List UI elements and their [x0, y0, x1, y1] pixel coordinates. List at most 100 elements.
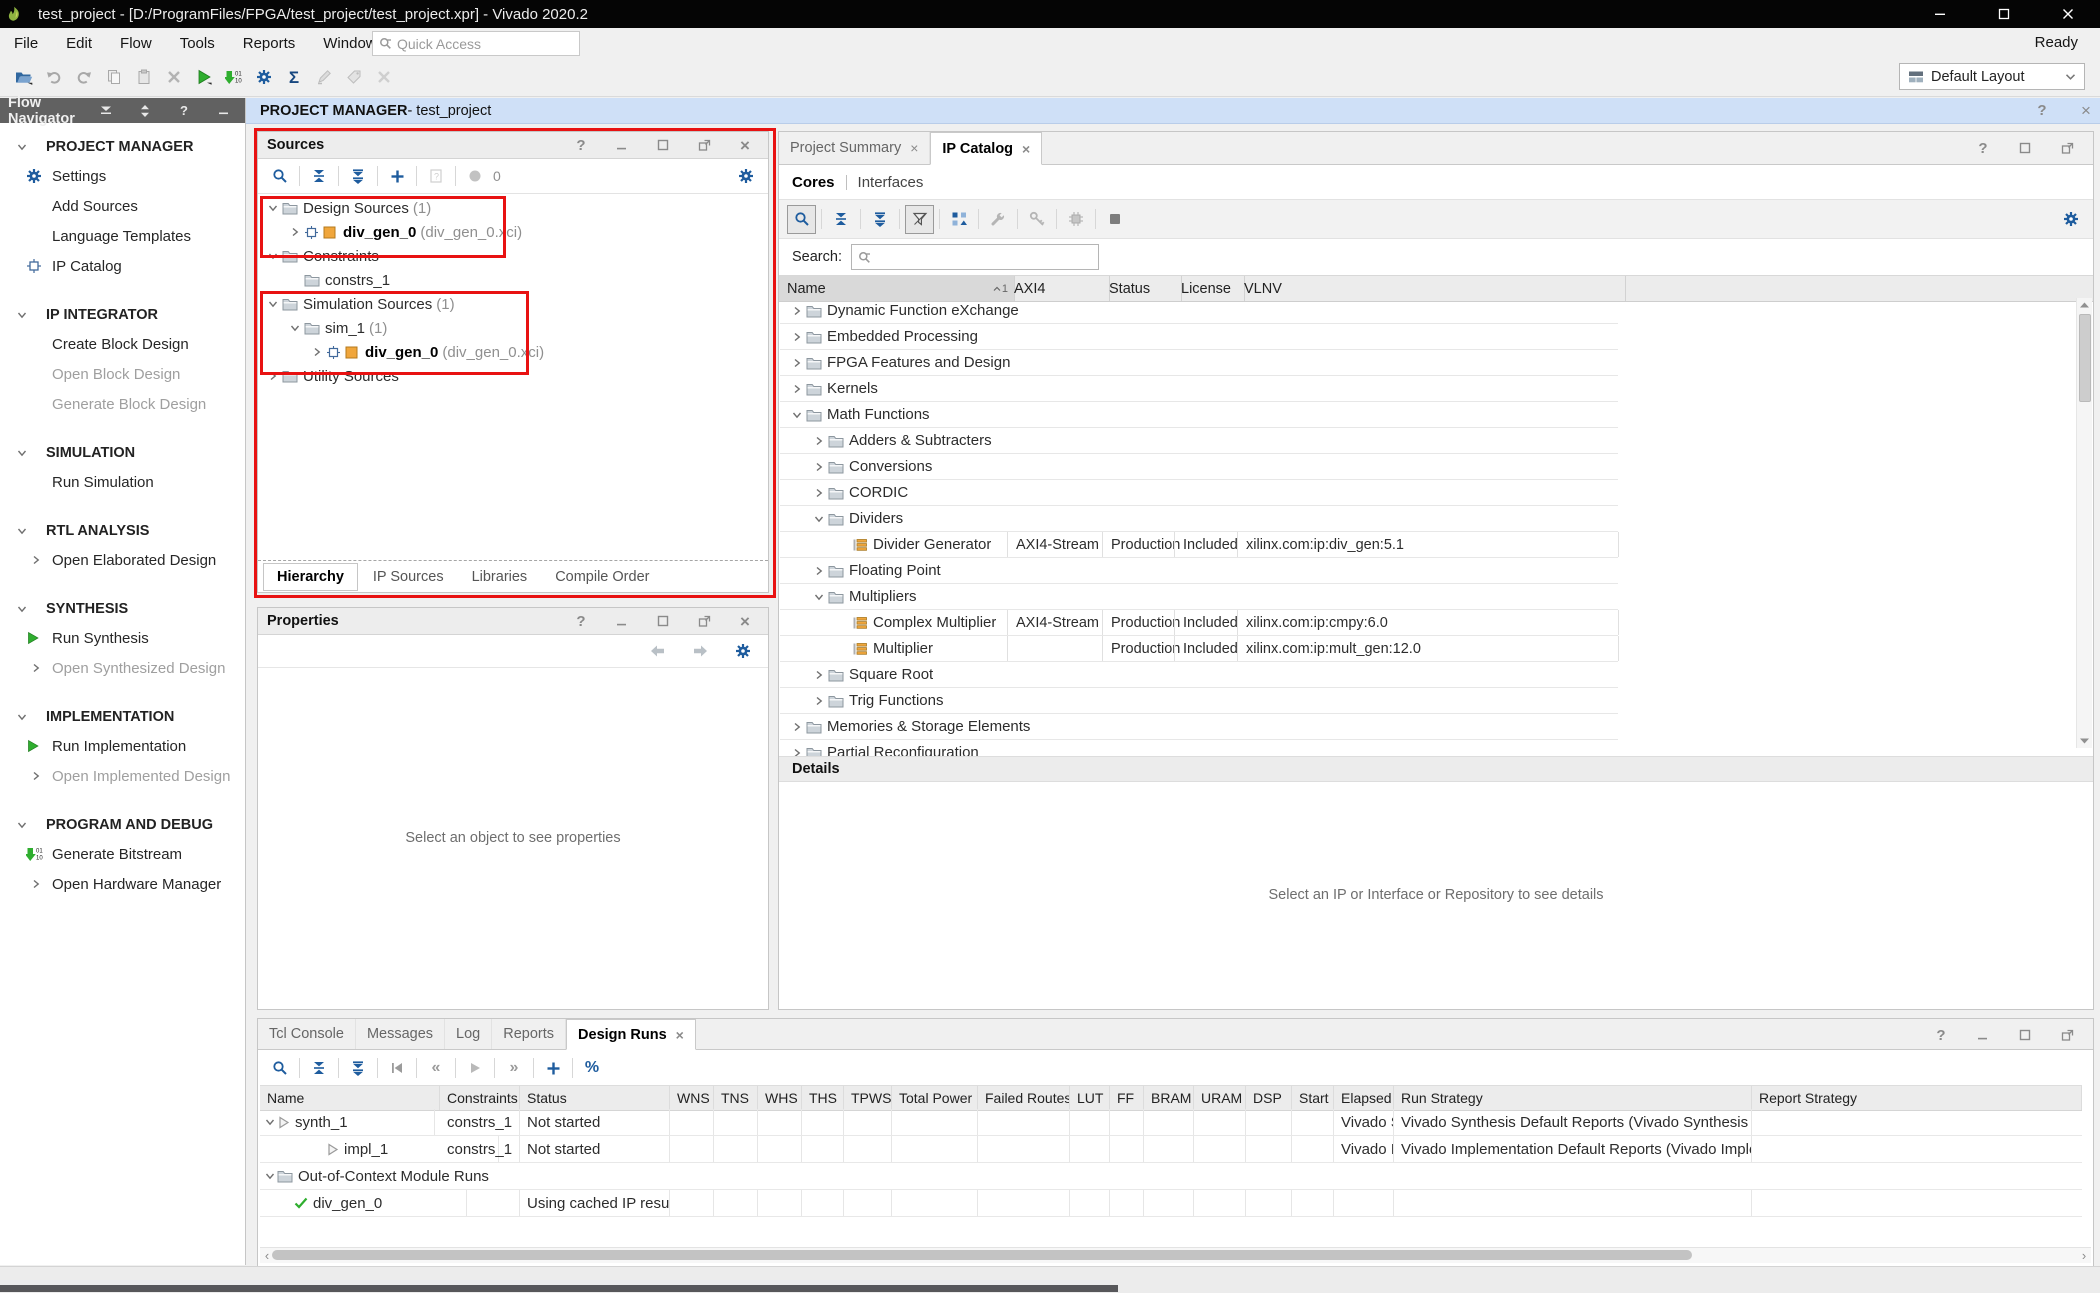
column-header-run-strategy[interactable]: Run Strategy — [1394, 1086, 1752, 1110]
chip-disabled-icon[interactable] — [1062, 205, 1090, 233]
fn-help-icon[interactable]: ? — [170, 97, 198, 125]
ip-row-floating-point[interactable]: Floating Point — [780, 558, 1618, 584]
tab-reports[interactable]: Reports — [492, 1019, 566, 1049]
menu-reports[interactable]: Reports — [229, 35, 310, 52]
source-tree-row-utility-sources[interactable]: Utility Sources — [258, 364, 768, 388]
chevron-down-icon[interactable] — [788, 410, 806, 420]
column-header-tpws[interactable]: TPWS — [844, 1086, 892, 1110]
float-icon[interactable] — [2053, 134, 2081, 162]
ip-row-kernels[interactable]: Kernels — [780, 376, 1618, 402]
run-row-synth-1[interactable]: synth_1constrs_1Not startedVivado Synthe… — [260, 1109, 2082, 1136]
float-icon[interactable] — [690, 607, 718, 635]
expand-all-icon[interactable] — [344, 1054, 372, 1082]
ip-tree-scrollbar[interactable] — [2076, 298, 2092, 748]
sources-tab-libraries[interactable]: Libraries — [459, 564, 541, 590]
undo-icon[interactable] — [40, 63, 68, 91]
column-header-start[interactable]: Start — [1292, 1086, 1334, 1110]
ip-row-complex-multiplier[interactable]: Complex MultiplierAXI4-StreamProductionI… — [780, 610, 1618, 636]
ip-row-adders-subtracters[interactable]: Adders & Subtracters — [780, 428, 1618, 454]
search-icon[interactable] — [266, 162, 294, 190]
ip-row-multiplier[interactable]: MultiplierProductionIncludedxilinx.com:i… — [780, 636, 1618, 662]
copy-icon[interactable] — [100, 63, 128, 91]
chevron-right-icon[interactable] — [788, 722, 806, 732]
add-icon[interactable] — [383, 162, 411, 190]
close-icon[interactable]: × — [731, 131, 759, 159]
run-row-impl-1[interactable]: impl_1constrs_1Not startedVivado Impleme… — [260, 1136, 2082, 1163]
maximize-icon[interactable] — [649, 131, 677, 159]
ip-row-memories-storage-elements[interactable]: Memories & Storage Elements — [780, 714, 1618, 740]
scrollbar-thumb[interactable] — [272, 1250, 1692, 1260]
run-gray-icon[interactable] — [461, 1054, 489, 1082]
close-icon[interactable]: × — [1022, 141, 1030, 157]
filter-icon[interactable] — [905, 205, 934, 234]
run-icon[interactable] — [190, 63, 218, 91]
expand-all-icon[interactable] — [344, 162, 372, 190]
menu-tools[interactable]: Tools — [166, 35, 229, 52]
source-tree-row-sim-1[interactable]: sim_1 (1) — [258, 316, 768, 340]
flow-section-header-program-and-debug[interactable]: PROGRAM AND DEBUG — [0, 811, 245, 839]
tab-log[interactable]: Log — [445, 1019, 492, 1049]
percent-icon[interactable]: % — [578, 1054, 606, 1082]
source-tree-row-design-sources[interactable]: Design Sources (1) — [258, 196, 768, 220]
delete-icon[interactable] — [160, 63, 188, 91]
layout-selector[interactable]: Default Layout — [1899, 63, 2085, 90]
ip-row-fpga-features-and-design[interactable]: FPGA Features and Design — [780, 350, 1618, 376]
sigma-report-icon[interactable]: Σ — [280, 63, 308, 91]
flow-item-run-synthesis[interactable]: Run Synthesis — [0, 623, 245, 653]
source-tree-row-simulation-sources[interactable]: Simulation Sources (1) — [258, 292, 768, 316]
source-tree-row-constrs-1[interactable]: constrs_1 — [258, 268, 768, 292]
column-header-constraints[interactable]: Constraints — [440, 1086, 520, 1110]
scrollbar-thumb[interactable] — [2079, 314, 2091, 402]
scratchpad-disabled-icon[interactable]: ? — [422, 162, 450, 190]
flow-section-header-implementation[interactable]: IMPLEMENTATION — [0, 703, 245, 731]
column-header-status[interactable]: Status — [520, 1086, 670, 1110]
chevron-right-icon[interactable] — [810, 436, 828, 446]
flow-item-open-elaborated-design[interactable]: Open Elaborated Design — [0, 545, 245, 575]
wrench-disabled-icon[interactable] — [984, 205, 1012, 233]
tab-project-summary[interactable]: Project Summary× — [779, 132, 930, 164]
chevron-down-icon[interactable] — [810, 514, 828, 524]
minimize-icon[interactable] — [1969, 1021, 1997, 1049]
search-icon[interactable] — [787, 205, 816, 234]
search-icon[interactable] — [266, 1054, 294, 1082]
forward-nav-icon[interactable] — [686, 637, 714, 665]
chevron-down-icon[interactable] — [262, 1171, 277, 1181]
chevron-right-icon[interactable] — [788, 332, 806, 342]
flow-item-open-hardware-manager[interactable]: Open Hardware Manager — [0, 869, 245, 899]
sources-panel-header[interactable]: Sources ?× — [258, 132, 768, 159]
menu-file[interactable]: File — [0, 35, 52, 52]
column-header-elapsed[interactable]: Elapsed — [1334, 1086, 1394, 1110]
window-maximize-icon[interactable] — [1972, 0, 2036, 28]
chevron-right-icon[interactable] — [788, 384, 806, 394]
float-icon[interactable] — [690, 131, 718, 159]
tab-messages[interactable]: Messages — [356, 1019, 445, 1049]
column-header-ff[interactable]: FF — [1110, 1086, 1144, 1110]
cancel-disabled-icon[interactable] — [370, 63, 398, 91]
chevron-right-icon[interactable] — [810, 696, 828, 706]
help-icon[interactable]: ? — [567, 607, 595, 635]
design-runs-hscrollbar[interactable]: ‹ › — [260, 1247, 2091, 1263]
column-header-whs[interactable]: WHS — [758, 1086, 802, 1110]
gear-icon[interactable] — [2057, 205, 2085, 233]
help-icon[interactable]: ? — [1927, 1021, 1955, 1049]
subtab-cores[interactable]: Cores — [792, 174, 835, 191]
flow-item-open-block-design[interactable]: Open Block Design — [0, 359, 245, 389]
fn-minimize-icon[interactable] — [209, 97, 237, 125]
chevron-right-icon[interactable] — [286, 227, 304, 237]
expand-all-icon[interactable] — [866, 205, 894, 233]
column-header-wns[interactable]: WNS — [670, 1086, 714, 1110]
window-minimize-icon[interactable] — [1908, 0, 1972, 28]
flow-item-run-simulation[interactable]: Run Simulation — [0, 467, 245, 497]
flow-section-header-synthesis[interactable]: SYNTHESIS — [0, 595, 245, 623]
flow-section-header-project-manager[interactable]: PROJECT MANAGER — [0, 133, 245, 161]
flow-item-open-synthesized-design[interactable]: Open Synthesized Design — [0, 653, 245, 683]
help-icon[interactable]: ? — [567, 131, 595, 159]
ip-hierarchy-icon[interactable] — [945, 205, 973, 233]
ip-row-multipliers[interactable]: Multipliers — [780, 584, 1618, 610]
ip-row-math-functions[interactable]: Math Functions — [780, 402, 1618, 428]
maximize-icon[interactable] — [649, 607, 677, 635]
maximize-icon[interactable] — [2011, 1021, 2039, 1049]
chevron-right-icon[interactable] — [788, 306, 806, 316]
sources-tab-compile-order[interactable]: Compile Order — [542, 564, 662, 590]
scroll-up-icon[interactable] — [2077, 298, 2092, 312]
